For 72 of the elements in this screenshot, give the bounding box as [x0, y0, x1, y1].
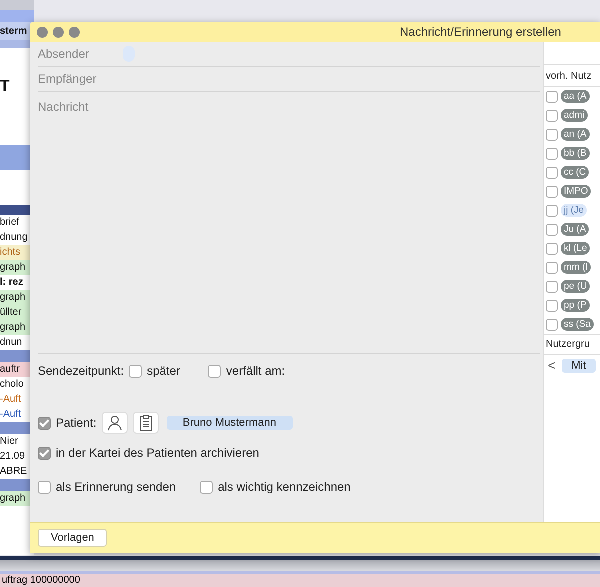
checkbox[interactable]: [546, 148, 558, 160]
section-header: Nutzergru: [544, 334, 600, 355]
user-chip[interactable]: aa (A: [561, 90, 590, 103]
user-chip[interactable]: pe (U: [561, 280, 590, 293]
checkbox[interactable]: [546, 186, 558, 198]
clipboard-button[interactable]: [132, 412, 159, 434]
field-label: Nachricht: [38, 100, 89, 114]
checkbox[interactable]: [38, 416, 51, 430]
user-chip[interactable]: pp (P: [561, 299, 590, 312]
checkbox[interactable]: [546, 224, 558, 236]
checkbox-label: Patient:: [56, 416, 97, 430]
checkbox[interactable]: [546, 262, 558, 274]
toolbar-band: [0, 10, 34, 22]
checkbox[interactable]: [546, 90, 558, 102]
group-chip[interactable]: Mit: [562, 358, 596, 372]
checkbox[interactable]: [546, 128, 558, 140]
field-label: Absender: [38, 47, 90, 61]
checkbox-label: später: [147, 364, 180, 378]
record-row-fragment: uftrag 100000000: [0, 574, 600, 587]
record-row-fragment: 21.09: [0, 450, 26, 464]
patient-chip[interactable]: Bruno Mustermann: [166, 416, 293, 430]
field-label: Empfänger: [38, 72, 97, 86]
record-row-fragment: dnun: [0, 336, 24, 350]
checkbox[interactable]: [546, 110, 558, 122]
person-icon: [106, 415, 123, 431]
zoom-button[interactable]: [69, 26, 80, 38]
record-row-fragment: brief: [0, 216, 20, 230]
checkbox[interactable]: [546, 204, 558, 216]
window-title: Nachricht/Erinnerung erstellen: [400, 25, 562, 39]
user-chip[interactable]: admi: [561, 109, 588, 122]
record-row-fragment: cholo: [0, 378, 25, 392]
checkbox[interactable]: [546, 280, 558, 292]
checkbox[interactable]: [38, 480, 51, 494]
user-chip[interactable]: kl (Le: [561, 242, 590, 255]
send-time-label: Sendezeitpunkt:: [38, 364, 124, 378]
record-row-fragment: Nier: [0, 435, 20, 449]
user-chip[interactable]: cc (C: [561, 166, 590, 179]
checkbox[interactable]: [546, 166, 558, 178]
user-chip[interactable]: Ju (A: [561, 223, 590, 236]
checkbox-label: als wichtig kennzeichnen: [218, 480, 351, 494]
record-row-fragment: -Auft: [0, 393, 22, 407]
user-chip[interactable]: IMPO: [561, 185, 592, 198]
record-row-fragment: dnung: [0, 231, 29, 245]
back-button[interactable]: <: [548, 358, 556, 373]
templates-button[interactable]: Vorlagen: [38, 529, 108, 547]
user-chip[interactable]: bb (B: [561, 147, 590, 160]
record-row-fragment: ABRE: [0, 465, 28, 479]
minimize-button[interactable]: [53, 26, 64, 38]
checkbox-label: als Erinnerung senden: [56, 480, 176, 494]
checkbox[interactable]: [200, 480, 214, 494]
checkbox[interactable]: [129, 364, 142, 378]
record-row-fragment: l: rez: [0, 276, 24, 290]
person-button[interactable]: [102, 412, 128, 434]
patient-name-fragment: sterm: [0, 22, 34, 40]
checkbox[interactable]: [38, 446, 51, 460]
heading-fragment: T: [0, 78, 10, 95]
checkbox-label: verfällt am:: [226, 364, 286, 378]
message-field[interactable]: Nachricht: [38, 92, 540, 354]
checkbox[interactable]: [208, 364, 222, 378]
user-chip[interactable]: mm (I: [561, 261, 592, 274]
user-chip[interactable]: jj (Je: [561, 204, 588, 217]
column-header: vorh. Nutz: [544, 65, 600, 87]
close-button[interactable]: [37, 26, 48, 38]
checkbox[interactable]: [546, 300, 558, 312]
checkbox-label: in der Kartei des Patienten archivieren: [56, 446, 260, 460]
user-chip[interactable]: an (A: [561, 128, 590, 141]
checkbox[interactable]: [546, 242, 558, 254]
title-bar: [0, 0, 34, 10]
user-chip[interactable]: ss (Sa: [561, 318, 594, 331]
record-row-fragment: -Auft: [0, 408, 22, 422]
checkbox[interactable]: [546, 318, 558, 330]
clipboard-icon: [138, 415, 153, 431]
